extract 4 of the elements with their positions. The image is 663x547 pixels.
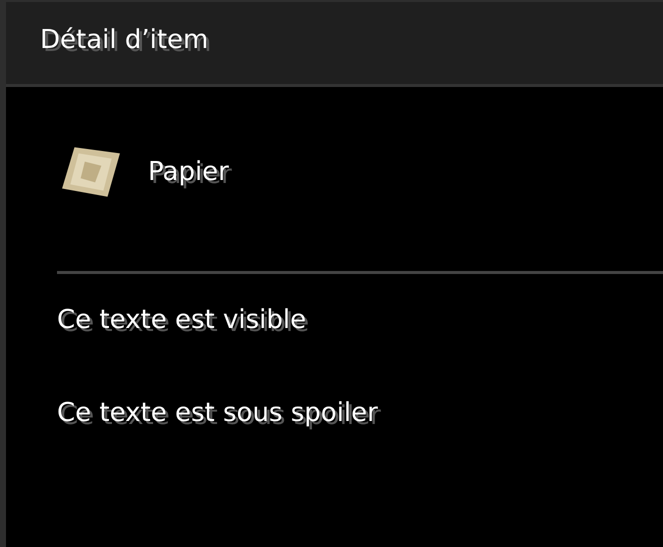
item-name: Papier — [148, 157, 229, 187]
window-title: Détail d’item — [40, 25, 208, 55]
description-text: Ce texte est visible — [57, 304, 308, 337]
description-text: Ce texte est sous spoiler — [57, 397, 379, 430]
